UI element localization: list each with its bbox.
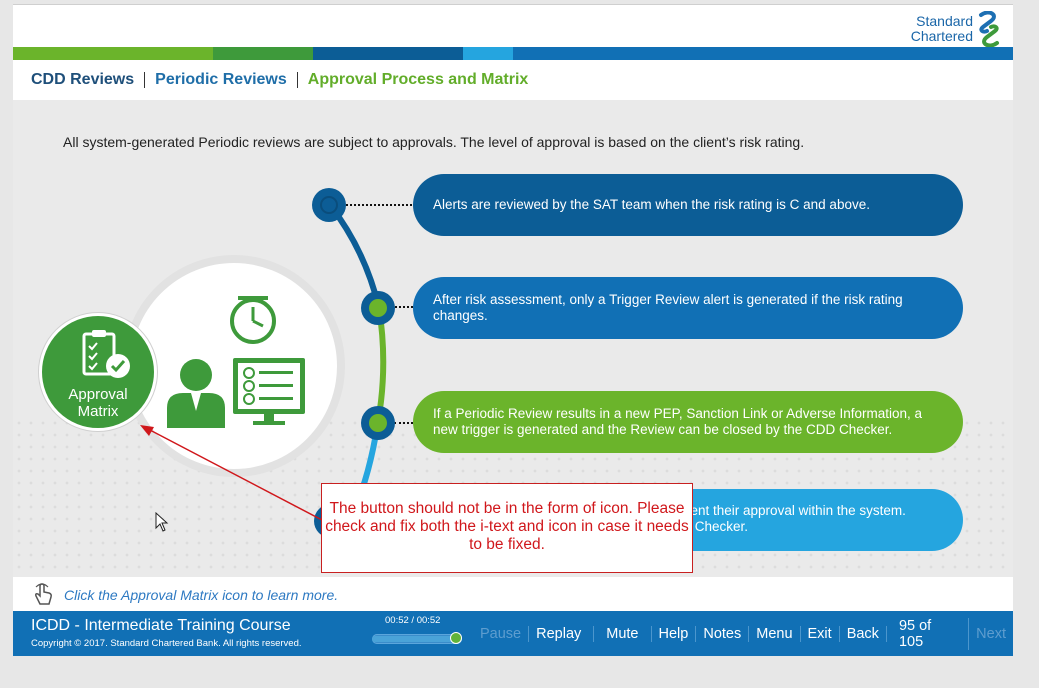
connector-line — [395, 306, 413, 308]
exit-button[interactable]: Exit — [801, 625, 840, 642]
logo-mark-icon — [979, 11, 999, 47]
next-button[interactable]: Next — [969, 626, 1013, 642]
approval-label-line-1: Approval — [68, 386, 128, 403]
step-card-1: Alerts are reviewed by the SAT team when… — [413, 174, 963, 236]
mute-button[interactable]: Mute — [594, 625, 652, 642]
help-button[interactable]: Help — [652, 625, 697, 642]
breadcrumb-approval-process: Approval Process and Matrix — [307, 71, 529, 88]
progress-fill — [372, 636, 456, 642]
breadcrumb: CDD Reviews Periodic Reviews Approval Pr… — [31, 71, 528, 89]
logo-line-1: Standard — [916, 13, 973, 29]
reviewer-illustration-icon — [167, 296, 305, 428]
course-title: ICDD - Intermediate Training Course — [31, 617, 291, 634]
course-frame: Standard Chartered CDD Reviews Periodic … — [13, 4, 1013, 656]
touch-hand-icon — [35, 583, 52, 605]
slide-counter: 95 of 105 — [887, 617, 970, 650]
pause-button[interactable]: Pause — [473, 625, 530, 642]
breadcrumb-separator — [296, 72, 298, 88]
cursor-arrow-icon — [155, 512, 169, 532]
step-text-4-line-2: T Checker. — [683, 519, 749, 534]
hint-bar: Click the Approval Matrix icon to learn … — [13, 577, 1013, 611]
copyright-text: Copyright © 2017. Standard Chartered Ban… — [31, 638, 302, 649]
back-button[interactable]: Back — [840, 625, 887, 642]
hint-text: Click the Approval Matrix icon to learn … — [64, 587, 339, 603]
timeline-node-1 — [312, 188, 346, 222]
step-text-2: After risk assessment, only a Trigger Re… — [433, 292, 903, 323]
step-card-2: After risk assessment, only a Trigger Re… — [413, 277, 963, 339]
breadcrumb-separator — [144, 72, 146, 88]
step-card-3: If a Periodic Review results in a new PE… — [413, 391, 963, 453]
step-text-4: nent their approval within the system. — [683, 503, 906, 518]
progress-handle[interactable] — [450, 632, 462, 644]
approval-label-line-2: Matrix — [77, 403, 119, 420]
clipboard-check-icon — [82, 330, 130, 378]
breadcrumb-periodic-reviews[interactable]: Periodic Reviews — [155, 71, 287, 89]
logo-line-2: Chartered — [910, 28, 973, 44]
connector-line — [346, 204, 412, 206]
playback-progress-bar[interactable] — [372, 632, 462, 644]
review-callout: The button should not be in the form of … — [321, 483, 693, 573]
player-bar: ICDD - Intermediate Training Course Copy… — [13, 611, 1013, 656]
notes-button[interactable]: Notes — [696, 625, 750, 642]
timeline-node-3 — [361, 406, 395, 440]
breadcrumb-cdd-reviews[interactable]: CDD Reviews — [31, 71, 134, 89]
step-text-1: Alerts are reviewed by the SAT team when… — [433, 197, 870, 212]
timeline-node-2 — [361, 291, 395, 325]
connector-line — [394, 422, 413, 424]
approval-matrix-button[interactable]: Approval Matrix — [39, 313, 157, 431]
menu-button[interactable]: Menu — [749, 625, 801, 642]
player-controls: Pause Replay Mute Help Notes Menu Exit B… — [473, 611, 1013, 656]
replay-button[interactable]: Replay — [529, 625, 595, 642]
brand-stripe — [13, 47, 1013, 60]
step-text-3: If a Periodic Review results in a new PE… — [433, 406, 922, 437]
standard-chartered-logo: Standard Chartered — [911, 10, 1001, 48]
playback-time: 00:52 / 00:52 — [385, 615, 441, 626]
